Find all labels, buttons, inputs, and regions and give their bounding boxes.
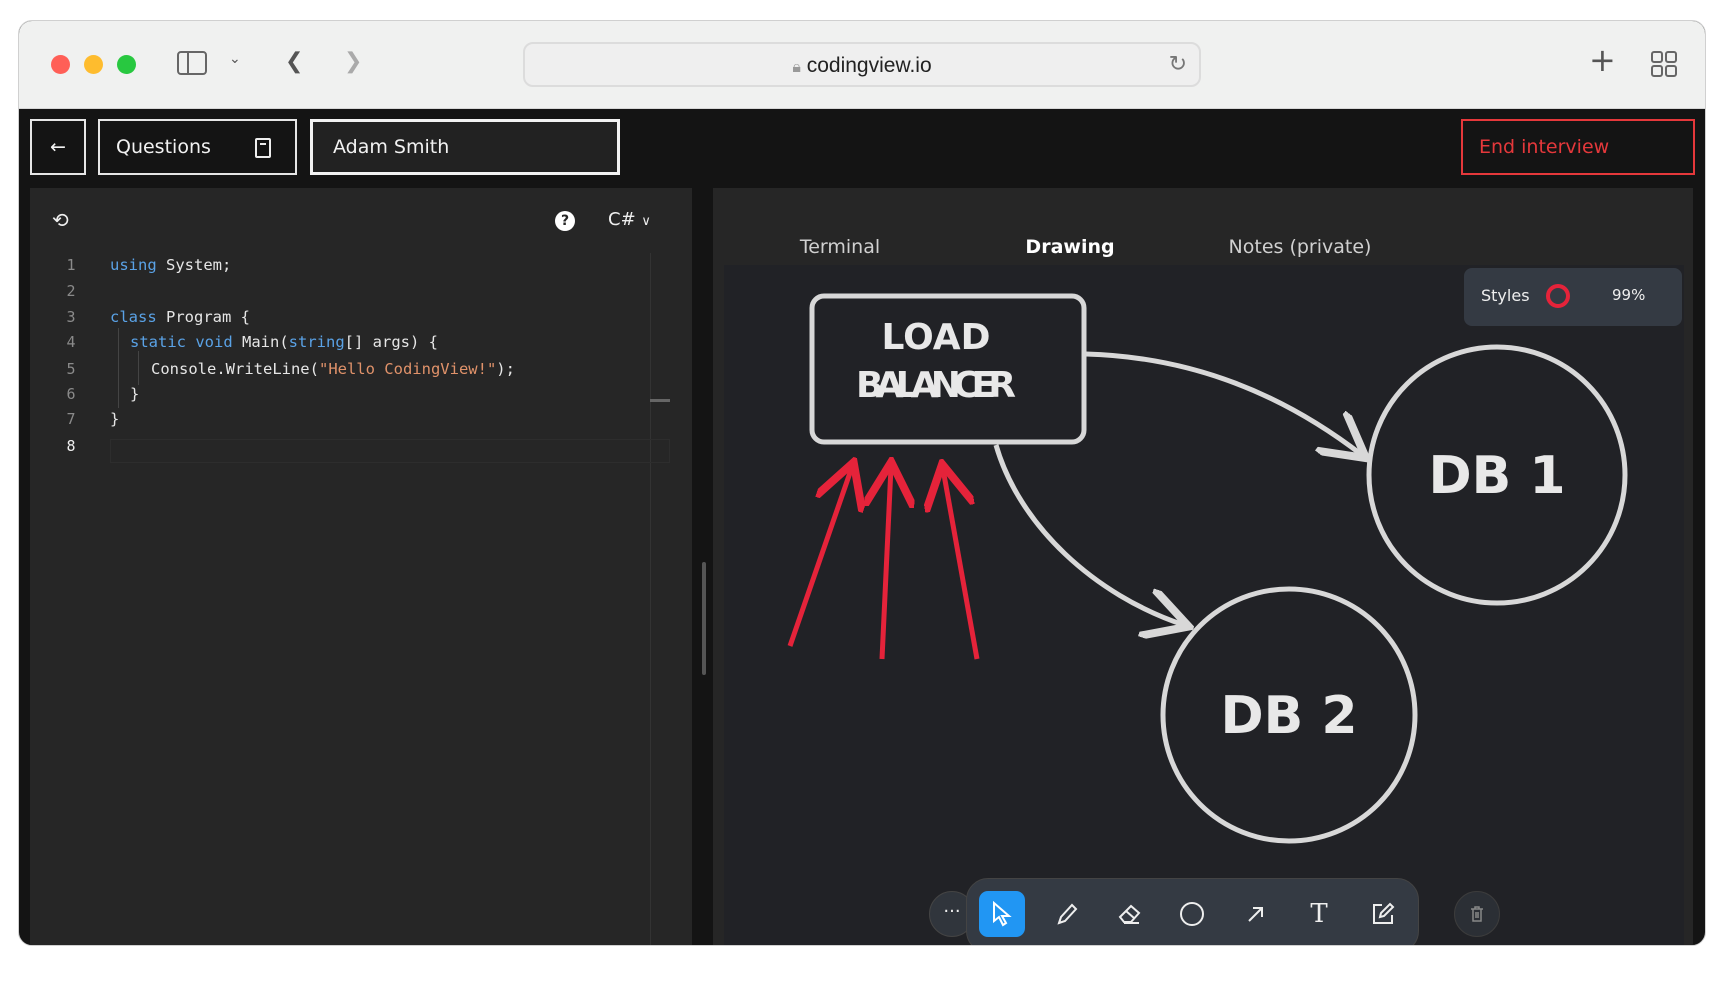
arrow-left-icon: ← — [50, 136, 66, 158]
end-interview-button[interactable]: End interview — [1461, 119, 1695, 175]
forward-nav-icon[interactable]: ❯ — [344, 49, 362, 74]
help-icon[interactable]: ? — [555, 211, 575, 231]
line-number: 2 — [66, 282, 76, 300]
questions-button[interactable]: Questions — [98, 119, 297, 175]
load-balancer-label-2: BALANCER — [856, 365, 1016, 406]
code-editor-panel: ⟲ ? C# ∨ 1 2 3 4 5 6 7 8 using System; c… — [30, 188, 692, 945]
indent-guide — [118, 328, 119, 408]
tab-overview-icon[interactable] — [1651, 51, 1677, 77]
drawing-canvas[interactable]: LOAD BALANCER DB 1 DB 2 Styles 99% ··· T — [724, 265, 1684, 946]
text-icon: T — [1310, 899, 1328, 929]
line-number: 7 — [66, 410, 76, 428]
panel-resize-handle[interactable] — [702, 562, 706, 675]
text-tool-button[interactable]: T — [1296, 891, 1342, 937]
back-nav-icon[interactable]: ❮ — [285, 49, 303, 74]
sidebar-toggle-icon[interactable] — [177, 51, 207, 75]
reset-code-icon[interactable]: ⟲ — [52, 208, 69, 232]
line-number: 5 — [66, 360, 76, 378]
line-number: 8 — [66, 437, 76, 455]
trash-icon — [1471, 906, 1483, 922]
delete-button[interactable] — [1454, 891, 1500, 937]
indent-guide — [138, 351, 139, 385]
current-line-highlight — [110, 439, 670, 463]
lock-icon: 🔒︎ — [792, 59, 801, 76]
edit-note-icon — [1373, 902, 1395, 924]
chevron-down-icon: ∨ — [641, 214, 651, 229]
code-line[interactable]: } — [130, 385, 139, 403]
code-line[interactable]: using System; — [110, 256, 231, 274]
url-text: codingview.io — [806, 54, 932, 77]
select-tool-button[interactable] — [979, 891, 1025, 937]
zoom-level: 99% — [1612, 286, 1646, 304]
drawing-svg[interactable]: LOAD BALANCER DB 1 DB 2 — [724, 265, 1684, 946]
code-line[interactable]: static void Main(string[] args) { — [130, 333, 438, 351]
line-number: 1 — [66, 256, 76, 274]
browser-window: ⌄ ❮ ❯ 🔒︎ codingview.io ↻ + ← Questions A… — [18, 20, 1706, 946]
close-window-button[interactable] — [51, 55, 70, 74]
arrow-tool-button[interactable] — [1233, 891, 1279, 937]
back-button[interactable]: ← — [30, 119, 86, 175]
candidate-name-field[interactable]: Adam Smith — [310, 119, 620, 175]
drawing-toolbar: T — [966, 878, 1419, 945]
red-arrow — [882, 467, 891, 660]
maximize-window-button[interactable] — [117, 55, 136, 74]
stroke-color-swatch[interactable] — [1546, 284, 1570, 308]
end-interview-label: End interview — [1479, 136, 1610, 158]
load-balancer-label-1: LOAD — [881, 317, 990, 358]
new-tab-icon[interactable]: + — [1589, 41, 1616, 79]
right-panel: Terminal Drawing Notes (private) LOAD BA… — [713, 188, 1693, 946]
cursor-icon — [993, 901, 1012, 927]
eraser-tool-button[interactable] — [1107, 891, 1153, 937]
editor-scrollbar[interactable] — [650, 253, 651, 945]
code-line[interactable]: Console.WriteLine("Hello CodingView!"); — [151, 360, 515, 378]
db2-label: DB 2 — [1220, 686, 1357, 746]
language-label: C# — [608, 209, 636, 230]
chevron-down-icon[interactable]: ⌄ — [229, 51, 241, 67]
line-number: 3 — [66, 308, 76, 326]
circle-icon — [1180, 902, 1204, 926]
arrow-to-db2 — [993, 444, 1184, 625]
scrollbar-marker — [650, 399, 670, 402]
ellipse-tool-button[interactable] — [1169, 891, 1215, 937]
language-select[interactable]: C# ∨ — [608, 209, 651, 230]
browser-toolbar: ⌄ ❮ ❯ 🔒︎ codingview.io ↻ + — [19, 21, 1705, 109]
red-arrow — [943, 469, 980, 660]
pencil-icon — [1057, 903, 1078, 925]
document-icon — [255, 138, 271, 158]
address-bar[interactable]: 🔒︎ codingview.io ↻ — [523, 42, 1201, 87]
code-line[interactable]: } — [110, 410, 119, 428]
candidate-name: Adam Smith — [333, 136, 450, 158]
eraser-icon — [1118, 904, 1141, 924]
note-tool-button[interactable] — [1360, 891, 1406, 937]
styles-panel[interactable]: Styles 99% — [1464, 268, 1682, 326]
arrow-icon — [1248, 907, 1263, 922]
minimize-window-button[interactable] — [84, 55, 103, 74]
arrow-to-db1 — [1085, 351, 1362, 455]
reload-icon[interactable]: ↻ — [1169, 52, 1187, 77]
pencil-tool-button[interactable] — [1044, 891, 1090, 937]
styles-label: Styles — [1481, 286, 1530, 305]
db1-label: DB 1 — [1428, 446, 1565, 506]
line-number: 6 — [66, 385, 76, 403]
code-line[interactable]: class Program { — [110, 308, 250, 326]
line-number: 4 — [66, 333, 76, 351]
questions-label: Questions — [116, 136, 211, 158]
red-arrow — [787, 467, 852, 647]
